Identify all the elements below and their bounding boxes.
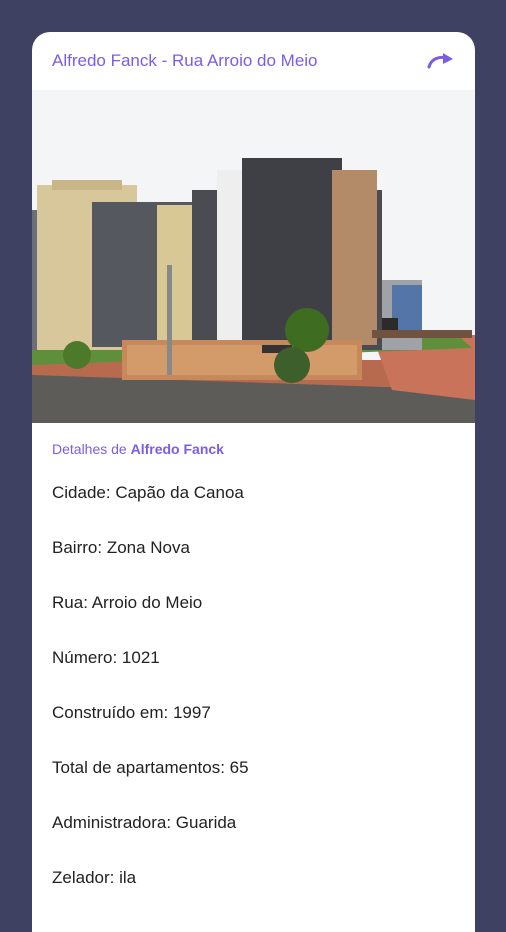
info-value: Guarida — [175, 813, 237, 832]
info-row-zelador: Zelador: ila — [52, 868, 137, 887]
info-label: Rua — [52, 593, 84, 612]
building-title: Alfredo Fanck - Rua Arroio do Meio — [52, 51, 318, 70]
info-value: 1021 — [121, 648, 160, 667]
info-row-cidade: Cidade: Capão da Canoa — [52, 483, 244, 502]
building-card: Alfredo Fanck - Rua Arroio do Meio Detal… — [32, 32, 475, 932]
info-label: Número — [52, 648, 113, 667]
info-value: Zona Nova — [106, 538, 190, 557]
info-label: Administradora — [52, 813, 167, 832]
card-header: Alfredo Fanck - Rua Arroio do Meio — [32, 32, 475, 90]
info-label: Zelador — [52, 868, 110, 887]
share-button[interactable] — [425, 49, 457, 73]
share-arrow-icon — [427, 53, 453, 69]
info-row-administradora: Administradora: Guarida — [52, 813, 237, 832]
building-photo — [32, 90, 475, 423]
info-row-rua: Rua: Arroio do Meio — [52, 593, 203, 612]
info-value: Capão da Canoa — [115, 483, 244, 502]
details-prefix: Detalhes de — [52, 441, 127, 457]
info-value: Arroio do Meio — [91, 593, 203, 612]
info-row-apartamentos: Total de apartamentos: 65 — [52, 758, 249, 777]
details-heading: Detalhes de Alfredo Fanck — [52, 441, 475, 457]
info-value: 1997 — [172, 703, 211, 722]
details-name: Alfredo Fanck — [130, 441, 224, 457]
info-label: Construído em — [52, 703, 164, 722]
info-label: Bairro — [52, 538, 98, 557]
info-label: Total de apartamentos — [52, 758, 221, 777]
info-label: Cidade — [52, 483, 106, 502]
info-value: 65 — [229, 758, 249, 777]
info-value: ila — [119, 868, 137, 887]
info-row-bairro: Bairro: Zona Nova — [52, 538, 190, 557]
info-row-construido: Construído em: 1997 — [52, 703, 211, 722]
info-row-numero: Número: 1021 — [52, 648, 160, 667]
info-list: Cidade: Capão da Canoa Bairro: Zona Nova… — [32, 482, 475, 922]
